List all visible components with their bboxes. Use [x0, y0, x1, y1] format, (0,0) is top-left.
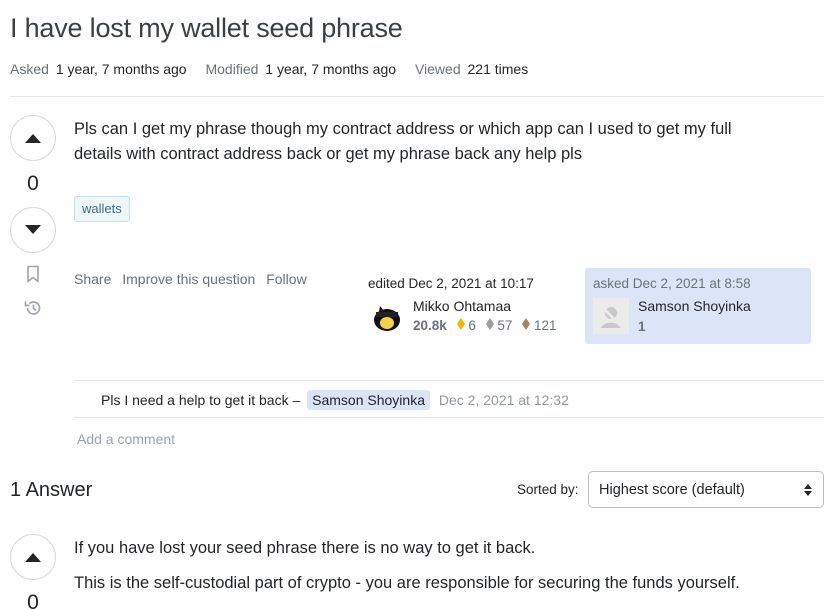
question-upvote-button[interactable]	[10, 115, 56, 161]
editor-user-info: Mikko Ohtamaa 20.8k 6 57 121	[413, 298, 556, 333]
editor-signature: edited Dec 2, 2021 at 10:17	[368, 276, 534, 291]
question-title[interactable]: I have lost my wallet seed phrase	[10, 13, 403, 44]
comment-item: Pls I need a help to get it back – Samso…	[101, 390, 569, 410]
owner-reputation: 1	[638, 319, 646, 334]
answers-count-heading: 1 Answer	[10, 479, 93, 501]
tag-wallets[interactable]: wallets	[74, 196, 130, 222]
modified-label: Modified	[205, 61, 259, 77]
edited-timestamp[interactable]: edited Dec 2, 2021 at 10:17	[368, 276, 534, 291]
sort-caret-icon	[803, 483, 813, 497]
history-icon	[23, 298, 43, 323]
header-divider	[10, 96, 824, 97]
sort-select-value: Highest score (default)	[599, 481, 745, 498]
question-body-line: Pls can I get my phrase though my contra…	[74, 120, 732, 138]
question-body-line: details with contract address back or ge…	[74, 145, 583, 163]
bronze-badge-count: 121	[533, 318, 557, 333]
add-comment-link[interactable]: Add a comment	[77, 431, 175, 447]
modified-value[interactable]: 1 year, 7 months ago	[265, 61, 396, 77]
owner-username[interactable]: Samson Shoyinka	[638, 298, 751, 314]
triangle-down-icon	[24, 224, 42, 236]
bronze-badge-icon	[522, 318, 531, 333]
editor-reputation: 20.8k 6 57 121	[413, 318, 556, 333]
triangle-up-icon	[24, 132, 42, 144]
question-meta: Asked 1 year, 7 months ago Modified 1 ye…	[10, 61, 543, 77]
question-body: Pls can I get my phrase though my contra…	[74, 117, 732, 167]
bookmark-button[interactable]	[23, 265, 43, 288]
history-button[interactable]	[23, 300, 43, 320]
viewed-label: Viewed	[414, 61, 461, 77]
silver-badge-count: 57	[497, 318, 513, 333]
answer-paragraph: This is the self-custodial part of crypt…	[74, 574, 740, 592]
comments-bottom-divider	[74, 417, 824, 418]
viewed-value: 221 times	[467, 61, 529, 77]
answer-upvote-button[interactable]	[10, 534, 56, 580]
gold-badge-icon	[456, 318, 465, 333]
sort-select[interactable]: Highest score (default)	[588, 471, 824, 508]
follow-link[interactable]: Follow	[266, 271, 306, 287]
comment-text: Pls I need a help to get it back –	[101, 392, 301, 408]
question-downvote-button[interactable]	[10, 207, 56, 253]
owner-avatar[interactable]	[593, 298, 629, 334]
asked-timestamp[interactable]: asked Dec 2, 2021 at 8:58	[593, 276, 751, 291]
answer-body: If you have lost your seed phrase there …	[74, 536, 740, 596]
comment-user-link[interactable]: Samson Shoyinka	[307, 390, 430, 410]
bookmark-icon	[26, 265, 40, 288]
sorted-by-label: Sorted by:	[517, 482, 579, 497]
editor-username[interactable]: Mikko Ohtamaa	[413, 298, 556, 314]
comments-top-divider	[74, 380, 824, 381]
answer-score: 0	[27, 591, 39, 609]
asked-value[interactable]: 1 year, 7 months ago	[56, 61, 187, 77]
editor-avatar[interactable]	[372, 298, 402, 335]
editor-rep-score: 20.8k	[413, 318, 447, 333]
post-menu: Share Improve this question Follow	[74, 271, 314, 287]
asked-label: Asked	[10, 61, 49, 77]
gold-badge-count: 6	[468, 318, 476, 333]
question-score: 0	[27, 172, 39, 195]
comment-date[interactable]: Dec 2, 2021 at 12:32	[439, 392, 569, 408]
triangle-up-icon	[24, 551, 42, 563]
answer-paragraph: If you have lost your seed phrase there …	[74, 539, 536, 557]
silver-badge-icon	[485, 318, 494, 333]
improve-question-link[interactable]: Improve this question	[122, 271, 255, 287]
share-link[interactable]: Share	[74, 271, 111, 287]
owner-signature: asked Dec 2, 2021 at 8:58 Samson Shoyink…	[585, 268, 811, 344]
